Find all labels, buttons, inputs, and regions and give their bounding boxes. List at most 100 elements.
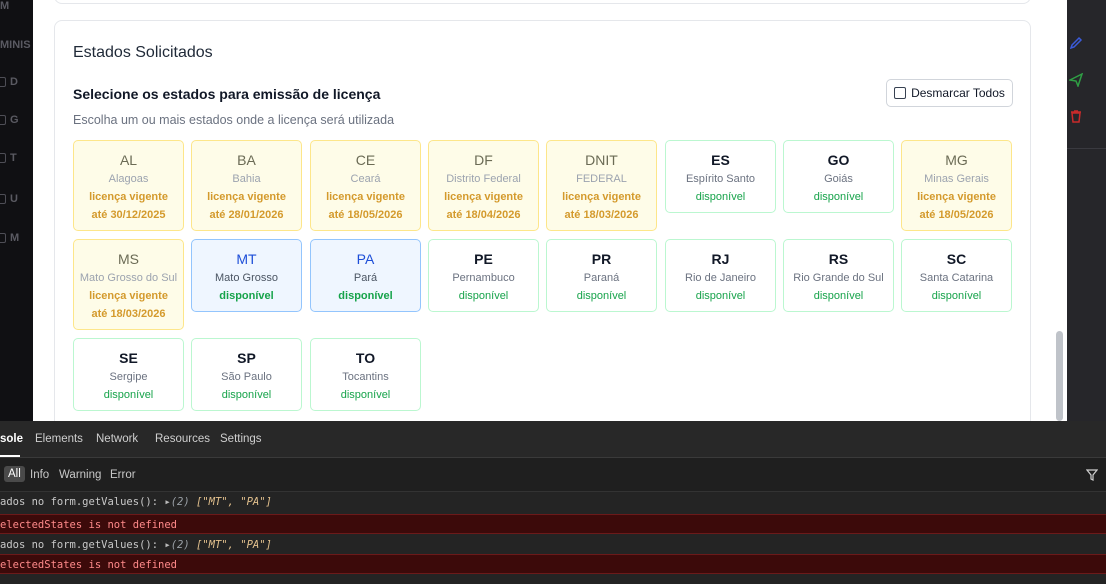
state-status: disponível <box>103 389 154 401</box>
state-tile-es[interactable]: ES Espírito Santo disponível <box>665 140 776 213</box>
state-status: disponível <box>695 191 746 203</box>
state-name: FEDERAL <box>576 173 627 185</box>
state-name: Bahia <box>232 173 261 185</box>
state-tile-ms[interactable]: MS Mato Grosso do Sul licença vigente até 1… <box>73 239 184 330</box>
state-tile-to[interactable]: TO Tocantins disponível <box>310 338 421 411</box>
background-sidebar-label: T <box>10 152 17 164</box>
array-values: ["MT", "PA"] <box>196 496 272 508</box>
state-tile-ce[interactable]: CE Ceará licença vigente até 18/05/2026 <box>310 140 421 231</box>
console-log-row[interactable]: ados no form.getValues(): ▸(2) ["MT", "P… <box>0 492 1106 512</box>
array-values: ["MT", "PA"] <box>196 539 272 551</box>
background-sidebar-label: U <box>10 193 18 205</box>
background-sidebar-item: U <box>0 193 33 205</box>
background-sidebar-label: D <box>10 76 18 88</box>
state-status: disponível <box>458 290 509 302</box>
state-name: Santa Catarina <box>919 272 994 284</box>
devtools-tab-sole[interactable]: sole <box>0 433 23 445</box>
state-tile-sp[interactable]: SP São Paulo disponível <box>191 338 302 411</box>
state-code: CE <box>355 152 376 168</box>
state-status: licença vigente <box>444 191 523 203</box>
background-sidebar-item: T <box>0 152 33 164</box>
background-sidebar-label: MINIS <box>0 39 31 51</box>
unselect-all-button[interactable]: Desmarcar Todos <box>886 79 1013 107</box>
state-status: disponível <box>338 290 393 302</box>
state-name: Minas Gerais <box>924 173 989 185</box>
state-tile-go[interactable]: GO Goiás disponível <box>783 140 894 213</box>
log-text: ados no form.getValues(): <box>0 539 165 551</box>
background-sidebar-item: D <box>0 76 33 88</box>
license-expiry: até 18/03/2026 <box>564 209 639 221</box>
menu-icon <box>0 233 6 244</box>
menu-icon <box>0 194 6 205</box>
state-status: licença vigente <box>326 191 405 203</box>
menu-icon <box>0 153 6 164</box>
state-name: Espírito Santo <box>685 173 756 185</box>
state-status: disponível <box>931 290 982 302</box>
state-tile-pe[interactable]: PE Pernambuco disponível <box>428 239 539 312</box>
state-status: licença vigente <box>207 191 286 203</box>
state-name: Distrito Federal <box>446 173 521 185</box>
state-tile-pr[interactable]: PR Paraná disponível <box>546 239 657 312</box>
state-tile-al[interactable]: AL Alagoas licença vigente até 30/12/2025 <box>73 140 184 231</box>
console-error-row[interactable]: electedStates is not defined <box>0 554 1106 574</box>
state-code: SC <box>946 251 967 267</box>
state-name: São Paulo <box>221 371 272 383</box>
state-tile-se[interactable]: SE Sergipe disponível <box>73 338 184 411</box>
state-tile-df[interactable]: DF Distrito Federal licença vigente até 18/… <box>428 140 539 231</box>
license-expiry: até 30/12/2025 <box>91 209 166 221</box>
state-status: disponível <box>340 389 391 401</box>
state-code: DNIT <box>585 152 618 168</box>
state-status: licença vigente <box>917 191 996 203</box>
state-name: Tocantins <box>342 371 389 383</box>
array-length: (2) <box>170 496 196 508</box>
background-sidebar: M MINIS D G T U M <box>0 0 33 421</box>
state-tile-pa[interactable]: PA Pará disponível <box>310 239 421 312</box>
state-code: ES <box>711 152 730 168</box>
state-code: PE <box>474 251 493 267</box>
level-filter-info[interactable]: Info <box>30 469 49 481</box>
state-name: Ceará <box>350 173 381 185</box>
console-error-row[interactable]: electedStates is not defined <box>0 514 1106 534</box>
state-status: disponível <box>221 389 272 401</box>
background-sidebar-item: M <box>0 232 33 244</box>
state-code: GO <box>827 152 850 168</box>
background-sidebar-item: G <box>0 114 33 126</box>
devtools-tab-elements[interactable]: Elements <box>35 433 83 445</box>
state-tile-dnit[interactable]: DNIT FEDERAL licença vigente até 18/03/2026 <box>546 140 657 231</box>
license-expiry: até 18/04/2026 <box>446 209 521 221</box>
state-tile-mg[interactable]: MG Minas Gerais licença vigente até 18/05/2… <box>901 140 1012 231</box>
level-filter-warning[interactable]: Warning <box>59 469 101 481</box>
state-code: SE <box>119 350 138 366</box>
modal-scrollbar[interactable] <box>1056 331 1063 421</box>
state-tile-ba[interactable]: BA Bahia licença vigente até 28/01/2026 <box>191 140 302 231</box>
state-tile-rs[interactable]: RS Rio Grande do Sul disponível <box>783 239 894 312</box>
state-code: PA <box>356 251 375 267</box>
state-tile-mt[interactable]: MT Mato Grosso disponível <box>191 239 302 312</box>
devtools-tab-resources[interactable]: Resources <box>155 433 210 445</box>
background-actions-column <box>1067 0 1106 421</box>
background-sidebar-item: MINIS <box>0 39 33 51</box>
filter-icon[interactable] <box>1086 469 1098 481</box>
section-subtitle: Escolha um ou mais estados onde a licenç… <box>73 113 395 127</box>
background-sidebar-label: M <box>10 232 20 244</box>
devtools-tab-network[interactable]: Network <box>96 433 138 445</box>
license-expiry: até 28/01/2026 <box>209 209 284 221</box>
active-tab-indicator <box>0 455 20 457</box>
state-tile-rj[interactable]: RJ Rio de Janeiro disponível <box>665 239 776 312</box>
level-filter-error[interactable]: Error <box>110 469 136 481</box>
state-code: DF <box>474 152 493 168</box>
state-name: Pará <box>353 272 378 284</box>
trash-icon <box>1071 110 1081 123</box>
background-sidebar-label: M <box>0 0 10 12</box>
state-name: Mato Grosso <box>215 272 278 284</box>
devtools-tab-settings[interactable]: Settings <box>220 433 262 445</box>
state-tile-sc[interactable]: SC Santa Catarina disponível <box>901 239 1012 312</box>
state-code: BA <box>237 152 256 168</box>
background-sidebar-item: M <box>0 0 33 12</box>
console-log-row[interactable]: ados no form.getValues(): ▸(2) ["MT", "P… <box>0 535 1106 555</box>
level-filter-all[interactable]: All <box>4 466 25 482</box>
state-name: Pernambuco <box>452 272 515 284</box>
state-name: Rio de Janeiro <box>685 272 756 284</box>
state-name: Mato Grosso do Sul <box>79 272 178 284</box>
error-message: electedStates is not defined <box>0 519 178 531</box>
